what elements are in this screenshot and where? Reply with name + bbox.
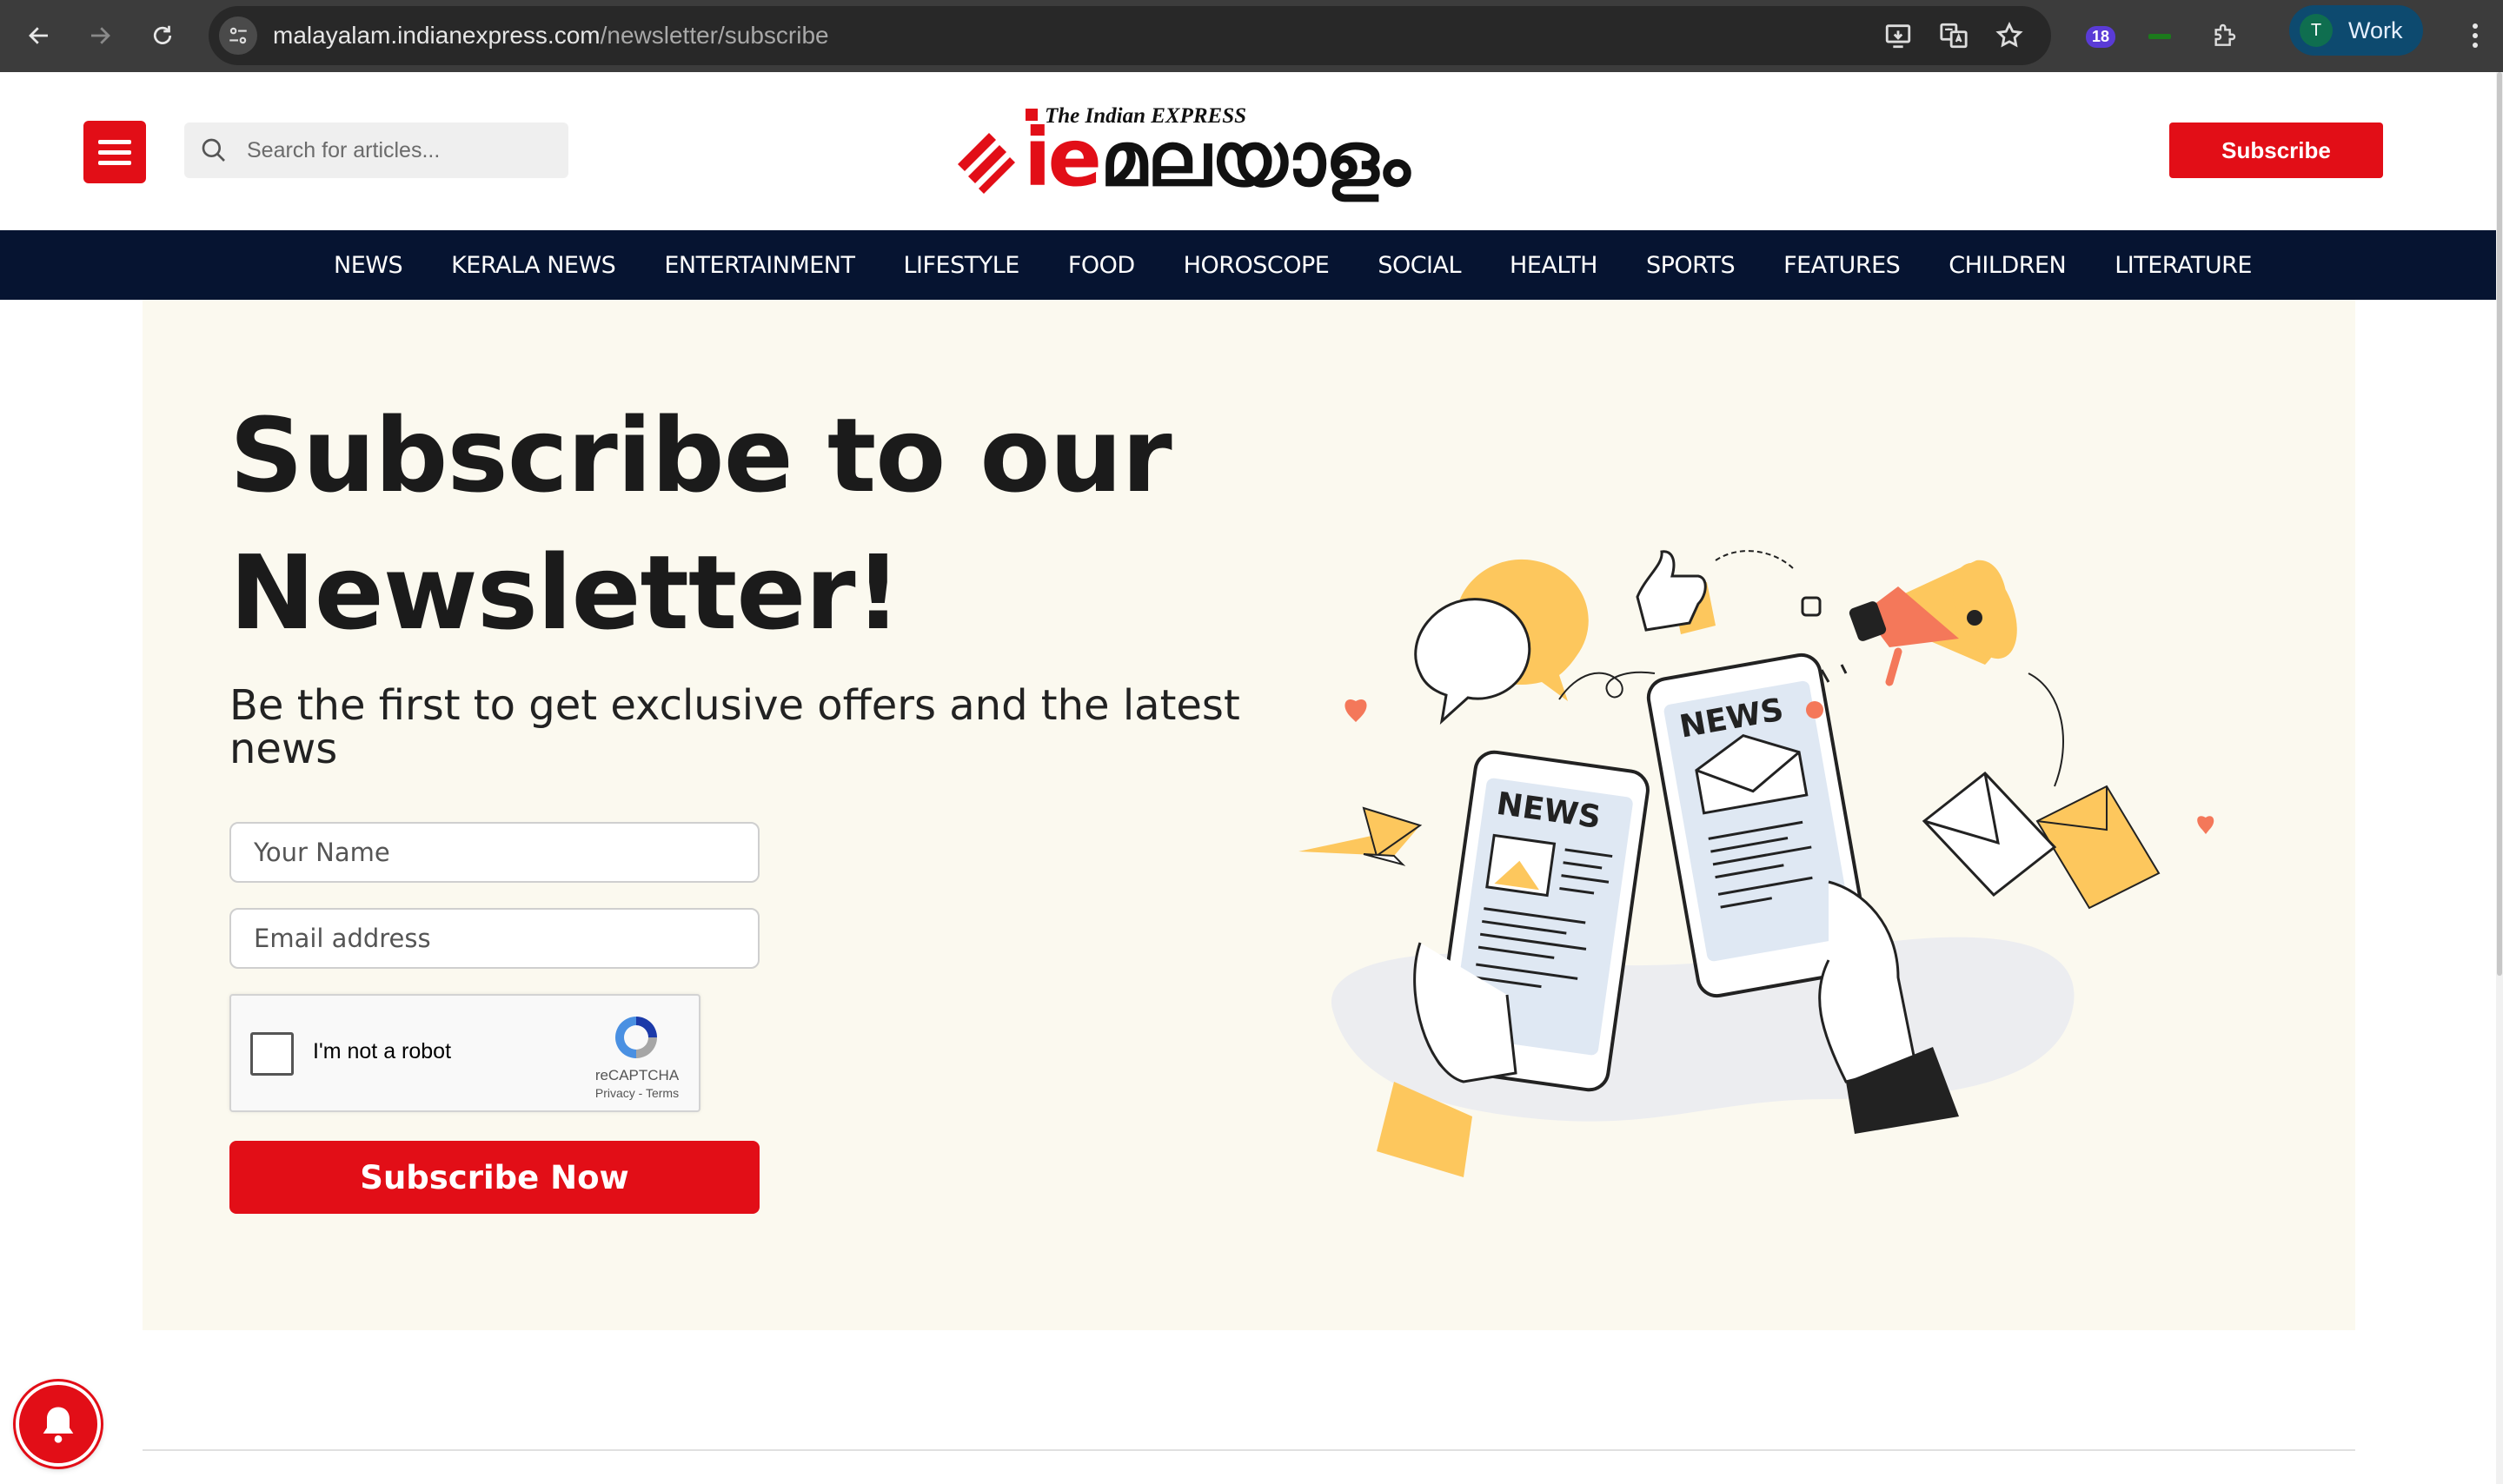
recaptcha-checkbox[interactable] (250, 1032, 294, 1076)
notification-bell-button[interactable] (16, 1381, 101, 1467)
nav-item-social[interactable]: SOCIAL (1378, 252, 1461, 279)
speech-bubbles-icon (1414, 559, 1589, 725)
recaptcha-icon (615, 1017, 657, 1058)
heart-icon (1344, 699, 1367, 722)
install-app-icon[interactable] (1881, 18, 1915, 53)
page-scrollbar[interactable] (2496, 72, 2503, 1484)
site-info-icon[interactable] (219, 17, 257, 55)
name-field[interactable] (229, 822, 760, 883)
browser-menu-icon[interactable] (2458, 16, 2493, 56)
nav-item-literature[interactable]: LITERATURE (2115, 252, 2252, 279)
nav-item-entertainment[interactable]: ENTERTAINMENT (664, 252, 855, 279)
logo-script: മലയാളം (1100, 116, 1411, 203)
extension-badge: 18 (2086, 26, 2116, 48)
search-box[interactable] (184, 123, 568, 178)
address-bar[interactable]: malayalam.indianexpress.com/newsletter/s… (209, 6, 2051, 65)
menu-icon[interactable] (83, 121, 146, 183)
recaptcha-widget: I'm not a robot reCAPTCHA Privacy - Term… (229, 994, 700, 1112)
recaptcha-label: I'm not a robot (313, 1039, 452, 1063)
subscribe-now-button[interactable]: Subscribe Now (229, 1141, 760, 1214)
browser-toolbar: malayalam.indianexpress.com/newsletter/s… (0, 0, 2503, 72)
extensions-puzzle-icon[interactable] (2204, 16, 2244, 56)
page-root: malayalam.indianexpress.com/newsletter/s… (0, 0, 2503, 1484)
page-title: Subscribe to our Newsletter! (229, 395, 1172, 653)
profile-label: Work (2348, 17, 2403, 43)
recaptcha-links[interactable]: Privacy - Terms (579, 1086, 695, 1100)
forward-icon[interactable] (80, 16, 120, 56)
nav-item-children[interactable]: CHILDREN (1949, 252, 2066, 279)
nav-item-horoscope[interactable]: HOROSCOPE (1184, 252, 1330, 279)
search-icon (202, 138, 225, 162)
megaphone-icon (1849, 560, 2017, 686)
nav-item-food[interactable]: FOOD (1068, 252, 1135, 279)
section-divider (143, 1449, 2355, 1451)
logo-mark: ie (1024, 111, 1099, 204)
nav-item-kerala-news[interactable]: KERALA NEWS (451, 252, 616, 279)
recaptcha-brand: reCAPTCHA (594, 1067, 680, 1083)
envelope-icon (1922, 771, 2161, 910)
page-subtitle: Be the first to get exclusive offers and… (229, 681, 1240, 773)
nav-item-features[interactable]: FEATURES (1783, 252, 1901, 279)
reload-icon[interactable] (143, 16, 183, 56)
logo-slashes-icon (958, 133, 1015, 194)
url-text: malayalam.indianexpress.com/newsletter/s… (273, 6, 829, 65)
nav-item-lifestyle[interactable]: LIFESTYLE (904, 252, 1020, 279)
bell-icon (43, 1407, 74, 1443)
profile-avatar: T (2300, 14, 2333, 47)
heart-icon (2197, 816, 2214, 834)
bookmark-star-icon[interactable] (1992, 18, 2027, 53)
site-logo[interactable]: The Indian EXPRESS ie മലയാളം (954, 91, 1538, 204)
main-nav: NEWS KERALA NEWS ENTERTAINMENT LIFESTYLE… (0, 230, 2496, 300)
scrollbar-thumb[interactable] (2497, 72, 2502, 976)
translate-icon[interactable] (1936, 18, 1971, 53)
url-host: malayalam.indianexpress.com (273, 22, 601, 49)
subscribe-button[interactable]: Subscribe (2169, 123, 2383, 178)
profile-chip[interactable]: T Work (2289, 5, 2423, 56)
nav-item-sports[interactable]: SPORTS (1646, 252, 1736, 279)
nav-item-news[interactable]: NEWS (334, 252, 403, 279)
url-path: /newsletter/subscribe (600, 22, 829, 49)
repost-icon (1801, 596, 1822, 617)
paper-plane-icon (1298, 806, 1423, 866)
extension-green-icon[interactable] (2140, 16, 2180, 56)
search-input[interactable] (247, 123, 560, 178)
nav-item-health[interactable]: HEALTH (1510, 252, 1597, 279)
newsletter-section: Subscribe to our Newsletter! Be the firs… (143, 300, 2355, 1330)
thumbs-up-icon (1636, 550, 1716, 634)
site-header: The Indian EXPRESS ie മലയാളം Subscribe (0, 72, 2496, 230)
back-icon[interactable] (19, 16, 59, 56)
newsletter-illustration: NEWS NEWS (1298, 550, 2214, 1177)
email-field[interactable] (229, 908, 760, 969)
